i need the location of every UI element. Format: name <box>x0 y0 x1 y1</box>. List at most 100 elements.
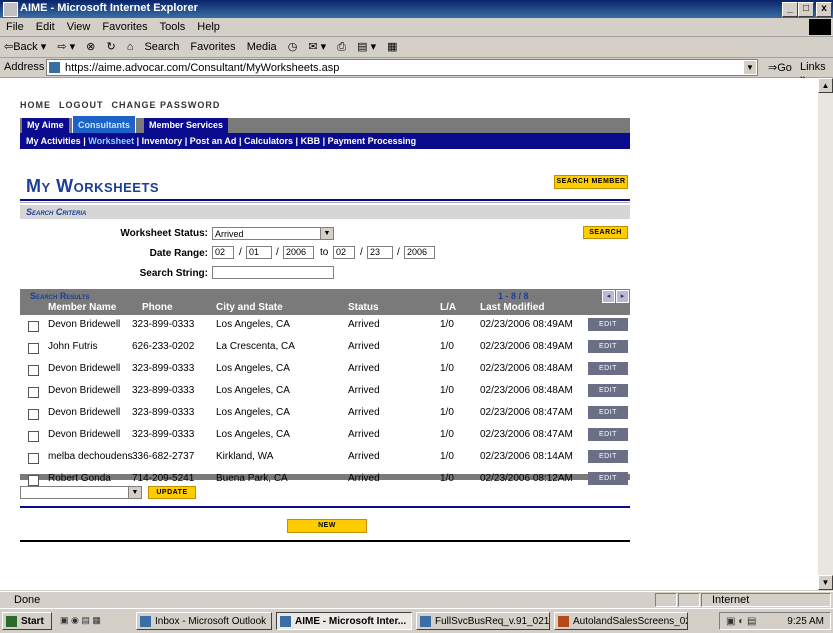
address-input[interactable]: https://aime.advocar.com/Consultant/MyWo… <box>46 59 758 76</box>
media-button[interactable]: Media <box>243 38 281 53</box>
go-button[interactable]: ⇒Go <box>768 61 792 74</box>
edit-button[interactable]: EDIT <box>588 384 628 397</box>
address-url: https://aime.advocar.com/Consultant/MyWo… <box>65 62 340 74</box>
to-day-input[interactable] <box>367 246 393 259</box>
cell-phone: 323-899-0333 <box>132 407 195 418</box>
menu-edit[interactable]: Edit <box>30 18 61 33</box>
taskbar: Start ▣ ◉ ▤ ▦ Inbox - Microsoft Outlook … <box>0 608 833 633</box>
to-year-input[interactable] <box>404 246 435 259</box>
change-password-link[interactable]: CHANGE PASSWORD <box>112 100 221 110</box>
row-checkbox[interactable] <box>28 321 39 332</box>
table-row: Robert Gonda 714-209-5241 Buena Park, CA Ar… <box>20 469 630 490</box>
table-row: Devon Bridewell 323-899-0333 Los Angeles, … <box>20 359 630 380</box>
taskbar-item-fullsvc[interactable]: FullSvcBusReq_v.91_021... <box>416 612 550 630</box>
row-checkbox[interactable] <box>28 343 39 354</box>
stop-icon[interactable]: ⊗ <box>82 37 99 53</box>
prev-page-icon[interactable]: ◂ <box>602 290 615 303</box>
search-string-input[interactable] <box>212 266 334 279</box>
row-checkbox[interactable] <box>28 475 39 486</box>
subnav-inventory[interactable]: Inventory <box>142 136 183 146</box>
cell-phone: 323-899-0333 <box>132 319 195 330</box>
print-icon[interactable]: ⎙ <box>333 38 350 54</box>
edit-button[interactable]: EDIT <box>588 340 628 353</box>
back-button[interactable]: ⇦Back ▾ <box>0 37 50 53</box>
cell-member-name: Devon Bridewell <box>48 363 121 374</box>
row-checkbox[interactable] <box>28 409 39 420</box>
from-month-input[interactable] <box>212 246 234 259</box>
cell-status: Arrived <box>348 473 380 484</box>
chevron-down-icon: ▼ <box>320 228 333 239</box>
scroll-up-icon[interactable]: ▲ <box>818 78 833 93</box>
subnav-worksheet[interactable]: Worksheet <box>88 136 134 146</box>
from-day-input[interactable] <box>246 246 272 259</box>
maximize-button[interactable]: □ <box>798 2 814 17</box>
from-year-input[interactable] <box>283 246 314 259</box>
subnav-payment-processing[interactable]: Payment Processing <box>328 136 417 146</box>
tab-member-services[interactable]: Member Services <box>144 118 229 133</box>
row-checkbox[interactable] <box>28 365 39 376</box>
tab-my-aime[interactable]: My Aime <box>22 118 69 133</box>
history-icon[interactable]: ◷ <box>284 37 302 53</box>
quick-launch-icons[interactable]: ▣ ◉ ▤ ▦ <box>60 615 122 627</box>
sub-nav: My Activities | Worksheet | Inventory | … <box>20 133 630 149</box>
page-icon <box>49 62 60 73</box>
home-icon[interactable]: ⌂ <box>123 38 138 53</box>
mail-icon[interactable]: ✉ ▾ <box>304 37 330 53</box>
ie-icon <box>280 616 291 627</box>
search-button[interactable]: SEARCH <box>583 226 628 239</box>
menu-help[interactable]: Help <box>191 18 226 33</box>
edit-button[interactable]: EDIT <box>588 428 628 441</box>
word-icon <box>420 616 431 627</box>
refresh-icon[interactable]: ↻ <box>102 37 119 53</box>
system-tray: ▣ ◐ ▤ 9:25 AM <box>719 612 831 630</box>
worksheet-status-select[interactable]: Arrived ▼ <box>212 227 334 240</box>
close-button[interactable]: x <box>816 2 832 17</box>
start-button[interactable]: Start <box>2 612 52 630</box>
edit-icon[interactable]: ▤ ▾ <box>353 37 380 53</box>
logout-link[interactable]: LOGOUT <box>59 100 104 110</box>
next-page-icon[interactable]: ▸ <box>616 290 629 303</box>
menu-file[interactable]: File <box>0 18 30 33</box>
search-member-button[interactable]: SEARCH MEMBER <box>554 175 628 189</box>
cell-status: Arrived <box>348 451 380 462</box>
home-link[interactable]: HOME <box>20 100 51 110</box>
subnav-post-an-ad[interactable]: Post an Ad <box>190 136 237 146</box>
menu-favorites[interactable]: Favorites <box>96 18 153 33</box>
forward-button[interactable]: ⇨ ▾ <box>53 37 79 53</box>
subnav-separator: | <box>295 136 299 146</box>
edit-button[interactable]: EDIT <box>588 318 628 331</box>
edit-button[interactable]: EDIT <box>588 472 628 485</box>
vertical-scrollbar[interactable]: ▲ ▼ <box>818 78 833 590</box>
cell-last-modified: 02/23/2006 08:49AM <box>480 319 573 330</box>
menu-tools[interactable]: Tools <box>154 18 192 33</box>
row-checkbox[interactable] <box>28 453 39 464</box>
edit-button[interactable]: EDIT <box>588 450 628 463</box>
address-dropdown-icon[interactable]: ▼ <box>744 61 756 74</box>
edit-button[interactable]: EDIT <box>588 406 628 419</box>
to-month-input[interactable] <box>333 246 355 259</box>
subnav-my-activities[interactable]: My Activities <box>26 136 81 146</box>
search-button[interactable]: Search <box>140 38 183 53</box>
cell-status: Arrived <box>348 319 380 330</box>
row-checkbox[interactable] <box>28 387 39 398</box>
cell-city-state: Los Angeles, CA <box>216 319 290 330</box>
cell-last-modified: 02/23/2006 08:48AM <box>480 363 573 374</box>
new-button[interactable]: NEW <box>287 519 367 533</box>
scroll-down-icon[interactable]: ▼ <box>818 575 833 590</box>
taskbar-item-autoland[interactable]: AutolandSalesScreens_02... <box>554 612 688 630</box>
minimize-button[interactable]: _ <box>782 2 798 17</box>
row-checkbox[interactable] <box>28 431 39 442</box>
discuss-icon[interactable]: ▦ <box>383 37 401 53</box>
edit-button[interactable]: EDIT <box>588 362 628 375</box>
tray-icons[interactable]: ▣ ◐ ▤ <box>726 616 757 627</box>
cell-phone: 323-899-0333 <box>132 385 195 396</box>
favorites-button[interactable]: Favorites <box>186 38 239 53</box>
taskbar-item-aime[interactable]: AIME - Microsoft Inter... <box>276 612 412 630</box>
subnav-kbb[interactable]: KBB <box>301 136 321 146</box>
window-title-bar[interactable]: AIME - Microsoft Internet Explorer _ □ x <box>0 0 833 18</box>
subnav-calculators[interactable]: Calculators <box>244 136 293 146</box>
taskbar-item-outlook[interactable]: Inbox - Microsoft Outlook <box>136 612 272 630</box>
cell-phone: 626-233-0202 <box>132 341 195 352</box>
tab-consultants[interactable]: Consultants <box>72 115 137 134</box>
menu-view[interactable]: View <box>61 18 97 33</box>
